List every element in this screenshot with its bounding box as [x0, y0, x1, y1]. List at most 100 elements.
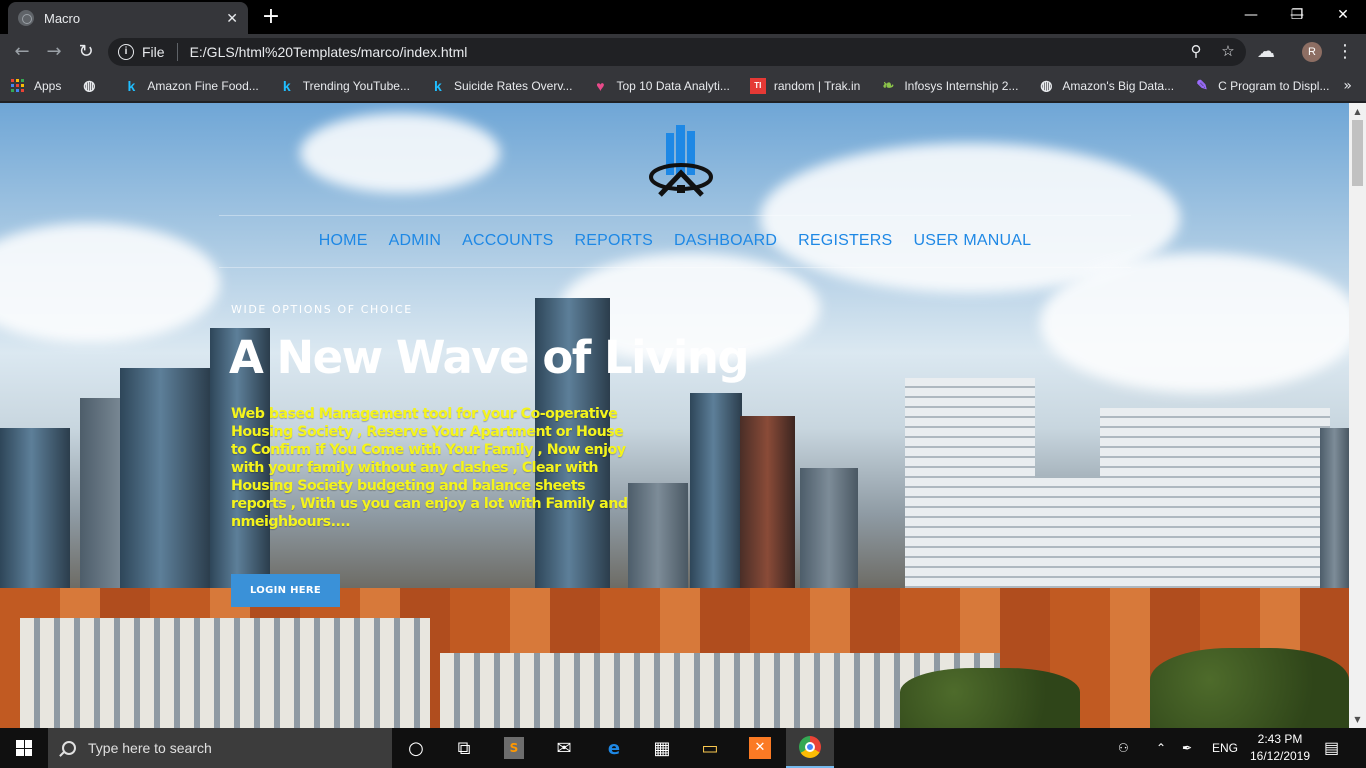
bookmarks-bar: Apps ◍ k Amazon Fine Food... k Trending … [0, 70, 1366, 102]
trakin-icon: TI [749, 77, 766, 94]
sublime-text-icon[interactable]: S [490, 728, 538, 768]
cortana-icon[interactable]: ○ [392, 728, 440, 768]
nav-user-manual[interactable]: USER MANUAL [913, 232, 1031, 250]
mail-icon[interactable]: ✉ [540, 728, 588, 768]
restore-button[interactable]: ❐ [1274, 0, 1320, 32]
kaggle-icon: k [127, 77, 136, 94]
apps-grid-icon [10, 78, 26, 94]
trees [900, 668, 1080, 728]
back-arrow-icon[interactable]: ← [10, 40, 34, 64]
nav-home[interactable]: HOME [319, 232, 368, 250]
close-tab-icon[interactable]: ✕ [226, 10, 238, 27]
nav-accounts[interactable]: ACCOUNTS [462, 232, 553, 250]
cloud [300, 113, 500, 193]
heart-icon: ♥ [596, 77, 605, 94]
nav-dashboard[interactable]: DASHBOARD [674, 232, 777, 250]
bookmark-infosys[interactable]: ❧ Infosys Internship 2... [880, 77, 1019, 94]
notifications-icon[interactable]: ▤ [1324, 728, 1339, 768]
windows-taskbar: Type here to search ○ ⧉ S ✉ e ▦ ▭ ✕ ⚇ ⌃ … [0, 728, 1366, 768]
bookmark-label: Amazon's Big Data... [1062, 78, 1175, 93]
system-clock[interactable]: 2:43 PM 16/12/2019 [1244, 731, 1316, 765]
nav-admin[interactable]: ADMIN [389, 232, 442, 250]
file-explorer-icon[interactable]: ▭ [686, 728, 734, 768]
store-icon[interactable]: ▦ [638, 728, 686, 768]
bookmark-globe[interactable]: ◍ [81, 77, 105, 94]
xampp-icon[interactable]: ✕ [736, 728, 784, 768]
shophouse-facade [20, 618, 430, 728]
hero-section: HOME ADMIN ACCOUNTS REPORTS DASHBOARD RE… [0, 103, 1349, 728]
address-scheme: File [142, 44, 165, 60]
search-icon [62, 741, 76, 755]
clock-time: 2:43 PM [1257, 732, 1303, 746]
bookmark-apps[interactable]: Apps [10, 78, 61, 94]
bookmark-top-10-data[interactable]: ♥ Top 10 Data Analyti... [592, 77, 730, 94]
taskbar-search-placeholder: Type here to search [88, 740, 212, 756]
address-bar[interactable]: i File E:/GLS/html%20Templates/marco/ind… [108, 38, 1246, 66]
new-tab-button[interactable]: + [258, 4, 284, 30]
clock-date: 16/12/2019 [1249, 749, 1311, 763]
bookmark-label: Suicide Rates Overv... [453, 78, 573, 93]
bookmark-trending-youtube[interactable]: k Trending YouTube... [279, 78, 410, 94]
nav-reports[interactable]: REPORTS [575, 232, 653, 250]
bookmark-amazon-big-data[interactable]: ◍ Amazon's Big Data... [1038, 77, 1175, 94]
hero-description: Web based Management tool for your Co-op… [231, 406, 628, 530]
cloud [1040, 253, 1349, 393]
start-button[interactable] [0, 728, 48, 768]
browser-tab[interactable]: Macro ✕ [8, 2, 248, 34]
tray-chevron-up-icon[interactable]: ⌃ [1156, 728, 1166, 768]
globe-icon [18, 10, 34, 26]
globe-icon: ◍ [1040, 77, 1053, 93]
nav-divider-bottom [219, 267, 1131, 268]
reload-icon[interactable]: ↻ [74, 40, 98, 64]
address-url[interactable]: E:/GLS/html%20Templates/marco/index.html [190, 44, 468, 60]
forward-arrow-icon[interactable]: → [42, 40, 66, 64]
bookmark-amazon-fine-food[interactable]: k Amazon Fine Food... [123, 78, 258, 94]
scroll-down-arrow-icon[interactable]: ▼ [1349, 711, 1366, 728]
edge-browser-icon[interactable]: e [590, 728, 638, 768]
bookmark-c-program[interactable]: ✎ C Program to Displ... [1194, 77, 1330, 94]
bookmark-label: Infosys Internship 2... [904, 78, 1019, 93]
zoom-icon[interactable]: ⚲ [1184, 38, 1208, 66]
bookmark-star-icon[interactable]: ☆ [1216, 38, 1240, 66]
page-scrollbar[interactable]: ▲ ▼ [1349, 103, 1366, 728]
pencil-icon: ✎ [1196, 77, 1208, 93]
minimize-button-glyph[interactable]: — [1228, 0, 1274, 32]
tab-strip: Macro ✕ + — ✕ [0, 0, 1366, 34]
pen-icon[interactable]: ✒ [1182, 728, 1192, 768]
scrollbar-thumb[interactable] [1352, 120, 1363, 186]
task-view-icon[interactable]: ⧉ [440, 728, 488, 768]
browser-toolbar: ← → ↻ i File E:/GLS/html%20Templates/mar… [0, 34, 1366, 70]
bookmark-label: Trending YouTube... [302, 78, 410, 93]
menu-dots-icon[interactable]: ⋮ [1336, 40, 1354, 64]
bookmark-trakin[interactable]: TI random | Trak.in [749, 77, 861, 94]
profile-avatar[interactable]: R [1302, 42, 1322, 62]
extension-icon[interactable]: ☁ [1254, 40, 1278, 64]
address-divider [176, 43, 178, 61]
people-icon[interactable]: ⚇ [1118, 728, 1129, 768]
more-bookmarks-icon[interactable]: » [1343, 70, 1352, 102]
trees [1150, 648, 1349, 728]
housing-logo-icon [649, 125, 713, 197]
login-button[interactable]: LOGIN HERE [231, 574, 340, 607]
hero-eyebrow: WIDE OPTIONS OF CHOICE [231, 303, 413, 316]
tab-title: Macro [44, 10, 81, 26]
bookmark-suicide-rates[interactable]: k Suicide Rates Overv... [430, 77, 573, 94]
nav-registers[interactable]: REGISTERS [798, 232, 892, 250]
leaf-icon: ❧ [882, 77, 895, 93]
cloud [0, 223, 220, 343]
scroll-up-arrow-icon[interactable]: ▲ [1349, 103, 1366, 120]
kaggle-icon: k [434, 77, 442, 94]
kaggle-icon: k [282, 77, 291, 94]
bookmark-label: random | Trak.in [773, 78, 861, 93]
chrome-icon[interactable] [786, 728, 834, 768]
bookmark-label: Amazon Fine Food... [147, 78, 259, 93]
bookmark-label: Apps [34, 78, 62, 93]
language-indicator[interactable]: ENG [1212, 728, 1238, 768]
close-window-button[interactable]: ✕ [1320, 0, 1366, 32]
bookmark-label: C Program to Displ... [1218, 78, 1330, 93]
taskbar-search[interactable]: Type here to search [48, 728, 392, 768]
windows-logo-icon [16, 740, 32, 756]
globe-icon: ◍ [83, 77, 96, 93]
hero-headline: A New Wave of Living [229, 331, 750, 384]
info-icon[interactable]: i [118, 44, 134, 60]
